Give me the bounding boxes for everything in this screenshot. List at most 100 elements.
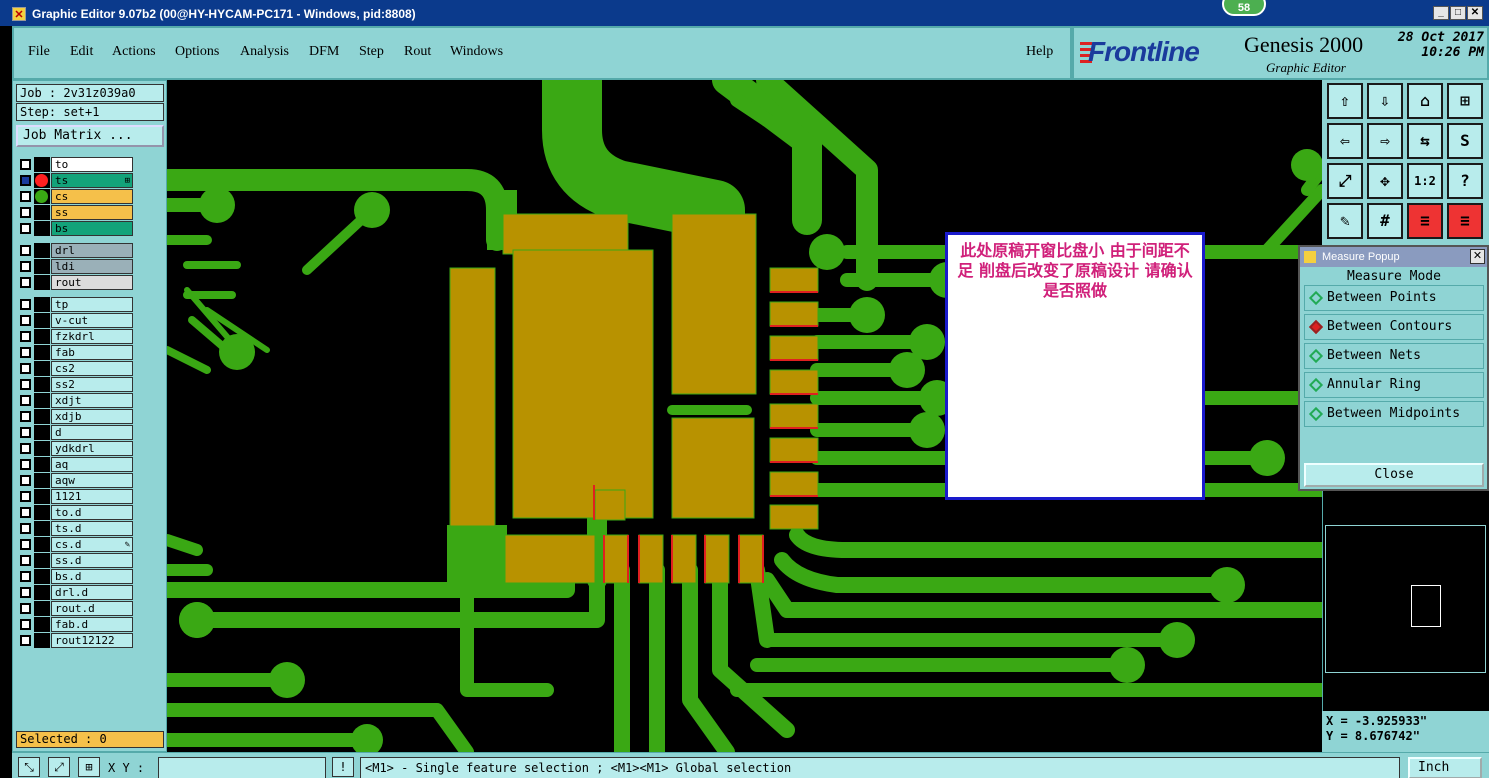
layer-row-fzkdrl[interactable]: fzkdrl bbox=[17, 329, 139, 344]
fit-window-icon[interactable]: ⊞ bbox=[1447, 83, 1483, 119]
layer-row-1121[interactable]: 1121 bbox=[17, 489, 139, 504]
layer-name[interactable]: ts ⊞ bbox=[51, 173, 133, 188]
layer-checkbox[interactable] bbox=[20, 459, 31, 470]
layer-name[interactable]: ts.d bbox=[51, 521, 133, 536]
layer-row-to-d[interactable]: to.d bbox=[17, 505, 139, 520]
layer-checkbox[interactable] bbox=[20, 277, 31, 288]
menu-step[interactable]: Step bbox=[359, 44, 384, 60]
layer-name[interactable]: 1121 bbox=[51, 489, 133, 504]
layer-checkbox[interactable] bbox=[20, 331, 31, 342]
layer-row-cs2[interactable]: cs2 bbox=[17, 361, 139, 376]
layer-row-ts[interactable]: ts ⊞ bbox=[17, 173, 139, 188]
layer-checkbox[interactable] bbox=[20, 315, 31, 326]
layer-checkbox[interactable] bbox=[20, 427, 31, 438]
measure-option-between-midpoints[interactable]: Between Midpoints bbox=[1304, 401, 1484, 427]
layer-name[interactable]: aq bbox=[51, 457, 133, 472]
snap-icon[interactable]: S bbox=[1447, 123, 1483, 159]
menu-actions[interactable]: Actions bbox=[112, 44, 156, 60]
xy-input[interactable] bbox=[158, 757, 326, 778]
help-icon[interactable]: ? bbox=[1447, 163, 1483, 199]
layer-checkbox[interactable] bbox=[20, 207, 31, 218]
menu-help[interactable]: Help bbox=[1026, 44, 1053, 60]
pan-left-icon[interactable]: ⇦ bbox=[1327, 123, 1363, 159]
layer-checkbox[interactable] bbox=[20, 619, 31, 630]
layer-row-xdjt[interactable]: xdjt bbox=[17, 393, 139, 408]
layer-name[interactable]: rout.d bbox=[51, 601, 133, 616]
layer-checkbox[interactable] bbox=[20, 411, 31, 422]
layer-row-v-cut[interactable]: v-cut bbox=[17, 313, 139, 328]
graphics-canvas[interactable]: 此处原稿开窗比盘小 由于间距不足 削盘后改变了原稿设计 请确认是否照做 bbox=[156, 50, 1330, 760]
layer-name[interactable]: cs.d ✎ bbox=[51, 537, 133, 552]
layer-name[interactable]: xdjt bbox=[51, 393, 133, 408]
layer-name[interactable]: bs bbox=[51, 221, 133, 236]
layer-row-aq[interactable]: aq bbox=[17, 457, 139, 472]
layer-row-bs[interactable]: bs bbox=[17, 221, 139, 236]
layer-row-ss2[interactable]: ss2 bbox=[17, 377, 139, 392]
layer-row-rout12122[interactable]: rout12122 bbox=[17, 633, 139, 648]
layer-name[interactable]: v-cut bbox=[51, 313, 133, 328]
measure-option-between-contours[interactable]: Between Contours bbox=[1304, 314, 1484, 340]
home-icon[interactable]: ⌂ bbox=[1407, 83, 1443, 119]
layer-checkbox[interactable] bbox=[20, 223, 31, 234]
menu-analysis[interactable]: Analysis bbox=[240, 44, 289, 60]
layer-name[interactable]: drl.d bbox=[51, 585, 133, 600]
layer-row-aqw[interactable]: aqw bbox=[17, 473, 139, 488]
layer-name[interactable]: cs bbox=[51, 189, 133, 204]
measure-option-between-nets[interactable]: Between Nets bbox=[1304, 343, 1484, 369]
grid-tool-icon[interactable]: ⊞ bbox=[78, 757, 100, 777]
layer-checkbox[interactable] bbox=[20, 261, 31, 272]
layer-checkbox[interactable] bbox=[20, 443, 31, 454]
grid-icon[interactable]: # bbox=[1367, 203, 1403, 239]
layer-checkbox[interactable] bbox=[20, 191, 31, 202]
layer-checkbox[interactable] bbox=[20, 245, 31, 256]
radio-diamond-icon[interactable] bbox=[1308, 406, 1324, 422]
layer-row-drl[interactable]: drl bbox=[17, 243, 139, 258]
radio-diamond-icon[interactable] bbox=[1308, 290, 1324, 306]
layer-row-ss-d[interactable]: ss.d bbox=[17, 553, 139, 568]
layer-name[interactable]: bs.d bbox=[51, 569, 133, 584]
layer-row-d[interactable]: d bbox=[17, 425, 139, 440]
layer-row-ldi[interactable]: ldi bbox=[17, 259, 139, 274]
layers-red-2-icon[interactable]: ≡ bbox=[1447, 203, 1483, 239]
layer-checkbox[interactable] bbox=[20, 507, 31, 518]
palette-icon[interactable]: ✎ bbox=[1327, 203, 1363, 239]
layer-row-xdjb[interactable]: xdjb bbox=[17, 409, 139, 424]
layer-name[interactable]: fzkdrl bbox=[51, 329, 133, 344]
layer-row-to[interactable]: to bbox=[17, 157, 139, 172]
unit-selector[interactable]: Inch bbox=[1408, 757, 1482, 778]
layer-name[interactable]: aqw bbox=[51, 473, 133, 488]
layer-row-cs-d[interactable]: cs.d ✎ bbox=[17, 537, 139, 552]
layer-name[interactable]: drl bbox=[51, 243, 133, 258]
layer-checkbox[interactable] bbox=[20, 395, 31, 406]
layer-name[interactable]: rout12122 bbox=[51, 633, 133, 648]
layer-name[interactable]: ldi bbox=[51, 259, 133, 274]
layer-checkbox[interactable] bbox=[20, 603, 31, 614]
layer-name[interactable]: to bbox=[51, 157, 133, 172]
layer-row-drl-d[interactable]: drl.d bbox=[17, 585, 139, 600]
close-button[interactable]: Close bbox=[1304, 463, 1484, 487]
radio-diamond-icon[interactable] bbox=[1308, 319, 1324, 335]
arrow-tool-icon[interactable]: ⤡ bbox=[18, 757, 40, 777]
menu-dfm[interactable]: DFM bbox=[309, 44, 339, 60]
measure-option-annular-ring[interactable]: Annular Ring bbox=[1304, 372, 1484, 398]
measure-option-between-points[interactable]: Between Points bbox=[1304, 285, 1484, 311]
minimize-button[interactable]: _ bbox=[1433, 6, 1449, 20]
layer-name[interactable]: xdjb bbox=[51, 409, 133, 424]
layer-name[interactable]: cs2 bbox=[51, 361, 133, 376]
layer-row-cs[interactable]: cs bbox=[17, 189, 139, 204]
menu-rout[interactable]: Rout bbox=[404, 44, 431, 60]
layer-name[interactable]: ss bbox=[51, 205, 133, 220]
layer-name[interactable]: rout bbox=[51, 275, 133, 290]
layer-name[interactable]: to.d bbox=[51, 505, 133, 520]
layer-checkbox[interactable] bbox=[20, 555, 31, 566]
layer-name[interactable]: ydkdrl bbox=[51, 441, 133, 456]
layer-name[interactable]: fab.d bbox=[51, 617, 133, 632]
layer-row-rout-d[interactable]: rout.d bbox=[17, 601, 139, 616]
layer-name[interactable]: ss2 bbox=[51, 377, 133, 392]
draw-tool-icon[interactable]: ⤢ bbox=[48, 757, 70, 777]
layer-checkbox[interactable] bbox=[20, 363, 31, 374]
notification-badge[interactable]: 58 bbox=[1222, 0, 1266, 16]
mirror-icon[interactable]: ⇆ bbox=[1407, 123, 1443, 159]
menu-file[interactable]: File bbox=[28, 44, 50, 60]
layer-row-ss[interactable]: ss bbox=[17, 205, 139, 220]
